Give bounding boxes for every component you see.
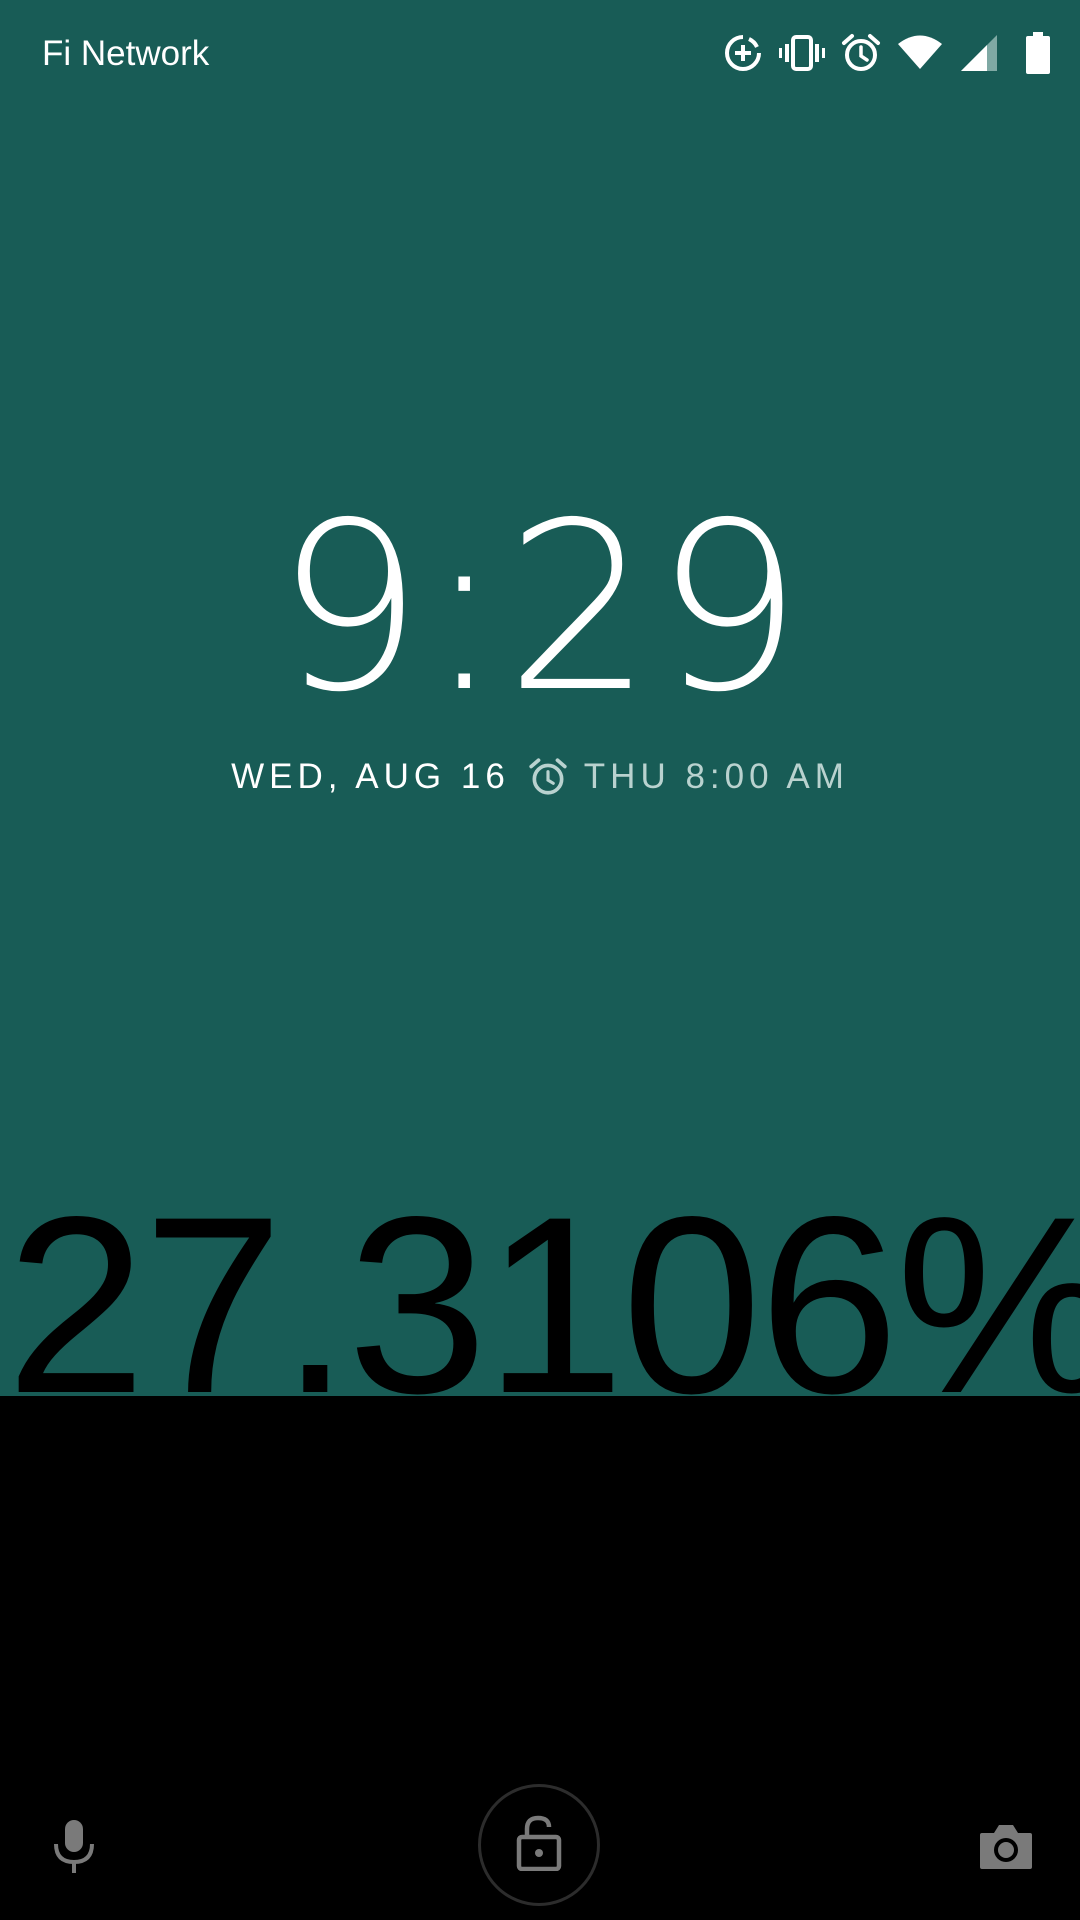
wifi-icon (896, 29, 944, 77)
data-saver-icon (719, 29, 767, 77)
vibrate-icon (778, 29, 826, 77)
next-alarm-icon (526, 755, 570, 799)
date-alarm-row: WED, AUG 16 THU 8:00 AM (0, 752, 1080, 802)
next-alarm-text: THU 8:00 AM (583, 757, 849, 796)
carrier-name: Fi Network (42, 34, 210, 73)
voice-assist-button[interactable] (42, 1816, 106, 1880)
microphone-icon (52, 1818, 96, 1878)
unlock-button[interactable] (478, 1784, 600, 1906)
unlock-icon (516, 1815, 562, 1875)
camera-button[interactable] (974, 1816, 1038, 1880)
overlay-percentage: 27.3106% (6, 1165, 1080, 1446)
battery-icon (1014, 29, 1062, 77)
status-bar[interactable]: Fi Network (0, 0, 1080, 108)
status-icons (708, 28, 1062, 78)
alarm-icon (837, 29, 885, 77)
lockscreen-date: WED, AUG 16 (231, 757, 510, 796)
camera-icon (978, 1821, 1034, 1875)
lockscreen-clock: 9:29 (275, 473, 805, 743)
cell-signal-icon (955, 29, 1003, 77)
